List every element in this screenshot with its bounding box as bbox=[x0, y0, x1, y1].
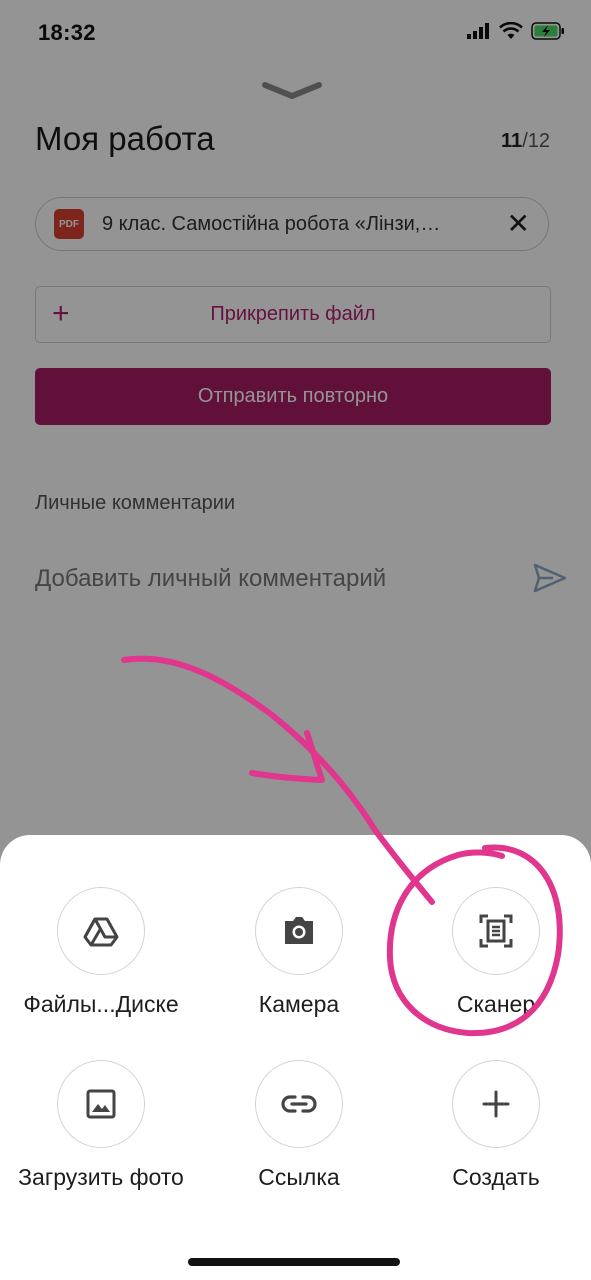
option-create[interactable]: Создать bbox=[398, 1060, 591, 1191]
option-scanner[interactable]: Сканер bbox=[398, 887, 591, 1018]
plus-icon bbox=[452, 1060, 540, 1148]
option-label: Файлы...Диске bbox=[23, 991, 179, 1017]
option-label: Создать bbox=[452, 1164, 540, 1190]
scanner-icon bbox=[452, 887, 540, 975]
link-icon bbox=[255, 1060, 343, 1148]
option-label: Сканер bbox=[456, 991, 536, 1017]
option-camera[interactable]: Камера bbox=[201, 887, 397, 1018]
attachment-bottom-sheet: Файлы...Диске Камера Сканер Загрузить фо… bbox=[0, 835, 591, 1280]
home-indicator[interactable] bbox=[188, 1258, 400, 1266]
option-label: Загрузить фото bbox=[18, 1164, 184, 1190]
option-label: Камера bbox=[258, 991, 340, 1017]
option-upload-photo[interactable]: Загрузить фото bbox=[3, 1060, 199, 1191]
option-drive-files[interactable]: Файлы...Диске bbox=[3, 887, 199, 1018]
option-link[interactable]: Ссылка bbox=[201, 1060, 397, 1191]
photo-icon bbox=[57, 1060, 145, 1148]
option-label: Ссылка bbox=[258, 1164, 340, 1190]
drive-icon bbox=[57, 887, 145, 975]
camera-icon bbox=[255, 887, 343, 975]
